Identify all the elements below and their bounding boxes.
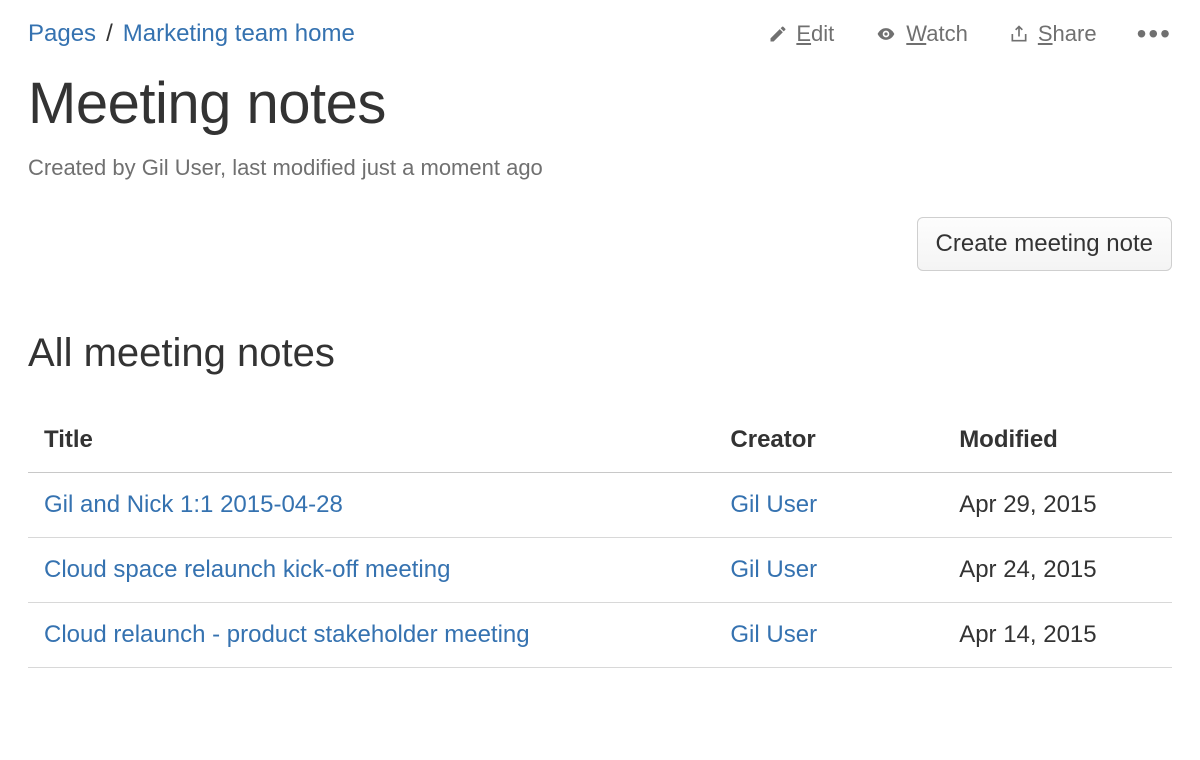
meeting-title-link[interactable]: Gil and Nick 1:1 2015-04-28 [44,491,343,518]
page-actions: Edit Watch Share ••• [768,20,1172,48]
topbar: Pages / Marketing team home Edit Watch S… [28,20,1172,48]
edit-label: Edit [796,21,834,47]
cell-creator: Gil User [714,538,943,603]
breadcrumb-parent[interactable]: Marketing team home [123,20,355,48]
eye-icon [874,24,898,44]
cell-modified: Apr 24, 2015 [943,538,1172,603]
create-row: Create meeting note [28,217,1172,271]
meeting-notes-table: Title Creator Modified Gil and Nick 1:1 … [28,412,1172,668]
meeting-title-link[interactable]: Cloud relaunch - product stakeholder mee… [44,621,530,648]
table-row: Cloud space relaunch kick-off meeting Gil… [28,538,1172,603]
edit-action[interactable]: Edit [768,21,834,47]
col-header-modified: Modified [943,412,1172,473]
col-header-creator: Creator [714,412,943,473]
breadcrumb-separator: / [106,20,113,48]
share-label: Share [1038,21,1097,47]
cell-creator: Gil User [714,473,943,538]
breadcrumb-root[interactable]: Pages [28,20,96,48]
page-title: Meeting notes [28,70,1172,137]
section-title: All meeting notes [28,331,1172,376]
share-action[interactable]: Share [1008,21,1097,47]
table-row: Gil and Nick 1:1 2015-04-28 Gil User Apr 2… [28,473,1172,538]
cell-creator: Gil User [714,603,943,668]
pencil-icon [768,24,788,44]
cell-title: Cloud relaunch - product stakeholder mee… [28,603,714,668]
cell-title: Gil and Nick 1:1 2015-04-28 [28,473,714,538]
meeting-title-link[interactable]: Cloud space relaunch kick-off meeting [44,556,450,583]
col-header-title: Title [28,412,714,473]
breadcrumb: Pages / Marketing team home [28,20,355,48]
watch-label: Watch [906,21,968,47]
creator-link[interactable]: Gil User [730,556,817,583]
share-icon [1008,24,1030,44]
creator-link[interactable]: Gil User [730,491,817,518]
creator-link[interactable]: Gil User [730,621,817,648]
cell-title: Cloud space relaunch kick-off meeting [28,538,714,603]
ellipsis-icon: ••• [1137,20,1172,48]
create-meeting-note-button[interactable]: Create meeting note [917,217,1172,271]
cell-modified: Apr 14, 2015 [943,603,1172,668]
watch-action[interactable]: Watch [874,21,968,47]
table-row: Cloud relaunch - product stakeholder mee… [28,603,1172,668]
page-meta: Created by Gil User, last modified just … [28,155,1172,181]
more-actions[interactable]: ••• [1137,20,1172,48]
cell-modified: Apr 29, 2015 [943,473,1172,538]
